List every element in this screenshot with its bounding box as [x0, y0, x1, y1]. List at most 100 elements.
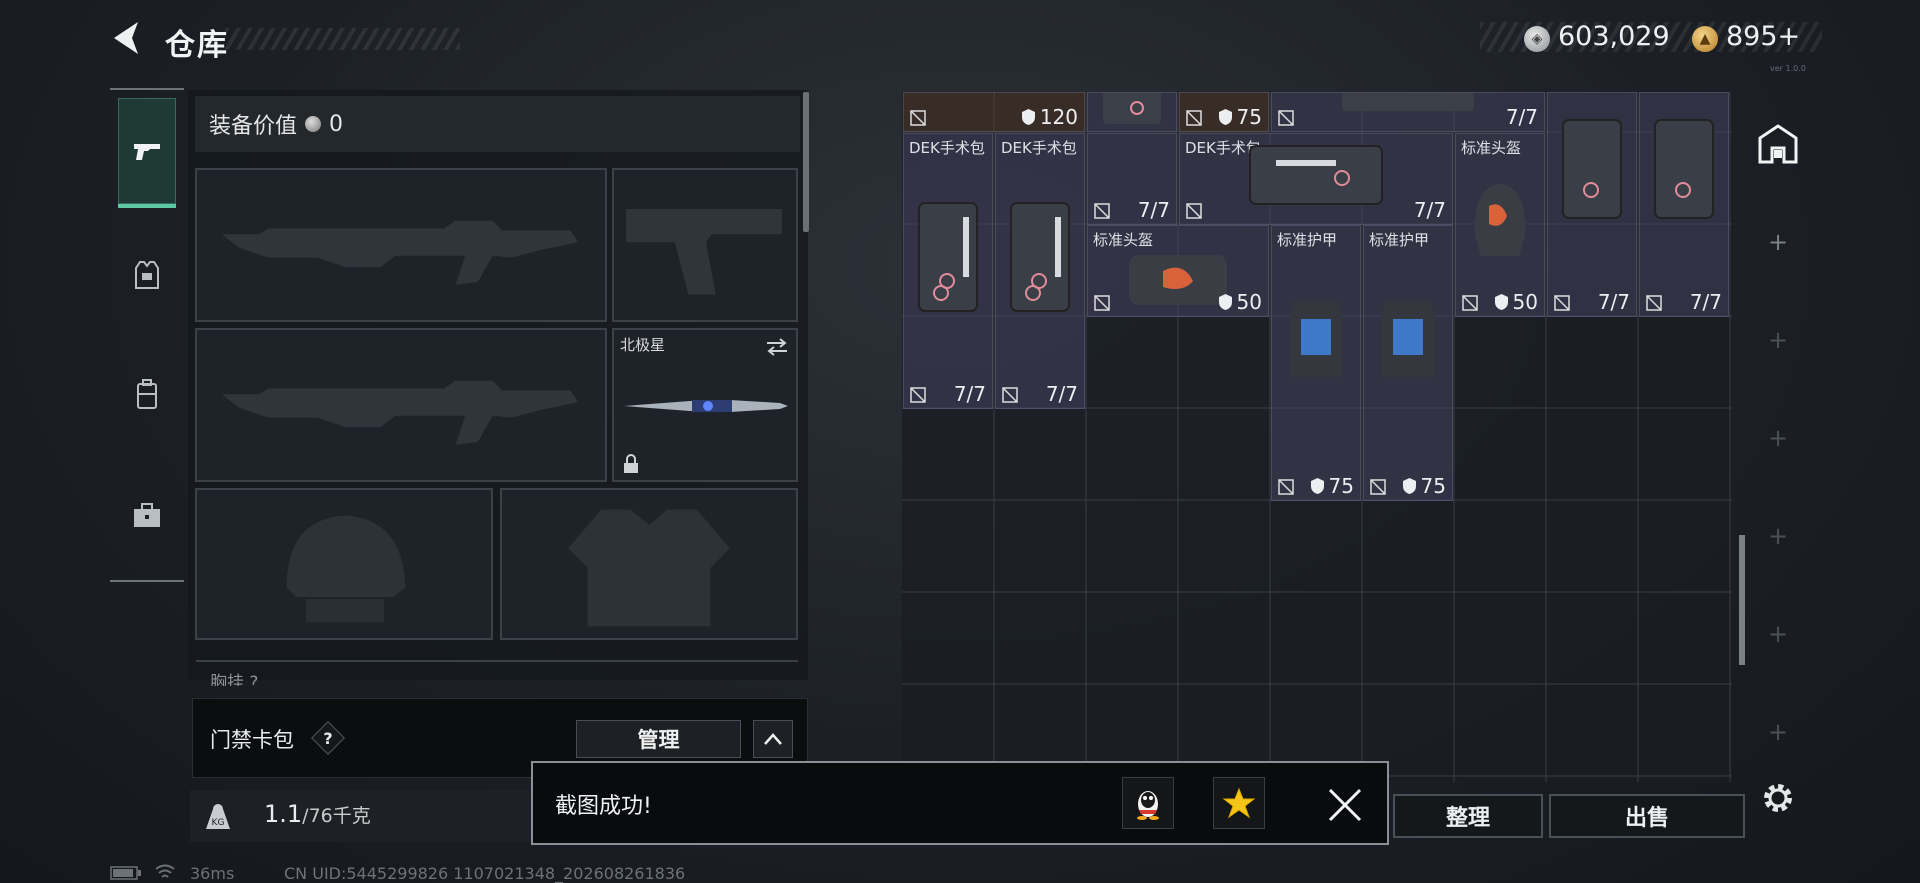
sell-button[interactable]: 出售 — [1549, 794, 1745, 838]
gold-currency-value[interactable]: 895+ — [1726, 21, 1800, 52]
inventory-item[interactable] — [1087, 92, 1177, 132]
item-durability: 50 — [1494, 290, 1538, 314]
help-icon[interactable]: ? — [316, 726, 340, 750]
armor-slot[interactable] — [500, 488, 798, 640]
surgery-kit-icon — [1562, 118, 1622, 219]
sidearm-slot[interactable] — [612, 168, 798, 322]
inventory-item[interactable]: DEK手术包 7/7 — [995, 133, 1085, 409]
swap-icon[interactable] — [764, 336, 790, 358]
svg-text:KG: KG — [212, 818, 225, 828]
close-icon[interactable] — [1322, 782, 1368, 828]
tab-weapons[interactable] — [118, 98, 176, 208]
inventory-item[interactable]: 7/7 — [1271, 92, 1545, 132]
helmet-slot[interactable] — [195, 488, 493, 640]
no-trade-icon — [1646, 295, 1662, 311]
battery-icon — [110, 866, 141, 880]
ping-value: 36ms — [190, 864, 235, 883]
no-trade-icon — [910, 387, 926, 403]
primary-weapon-slot[interactable] — [195, 168, 607, 322]
qq-penguin-icon — [1137, 791, 1159, 820]
inventory-item[interactable]: 7/7 — [1547, 92, 1637, 317]
item-name: 标准护甲 — [1369, 231, 1430, 249]
item-name: DEK手术包 — [909, 139, 985, 157]
medkit-icon — [1103, 93, 1161, 125]
shield-icon — [1218, 109, 1232, 125]
briefcase-icon — [134, 503, 160, 527]
gold-coin-icon: ▲ — [1692, 26, 1718, 52]
qzone-star-icon — [1222, 787, 1256, 819]
shield-icon — [1402, 478, 1416, 494]
version-tag: ver 1.0.0 — [1770, 64, 1806, 73]
inventory-item[interactable]: 标准护甲 75 — [1363, 225, 1453, 501]
armor-icon — [1289, 301, 1343, 378]
backpack-icon — [137, 379, 157, 409]
add-storage-button[interactable]: + — [1768, 522, 1788, 550]
back-arrow-icon[interactable] — [108, 18, 148, 58]
tab-armor[interactable] — [118, 220, 176, 330]
silver-coin-icon — [305, 116, 322, 132]
inventory-item[interactable]: 7/7 — [1087, 133, 1177, 225]
weight-icon: KG — [196, 796, 240, 836]
manage-button[interactable]: 管理 — [576, 720, 741, 758]
collapse-button[interactable] — [753, 720, 793, 758]
item-uses: 7/7 — [1413, 198, 1446, 222]
inventory-item[interactable]: 标准头盔 50 — [1455, 133, 1545, 317]
inventory-item[interactable]: DEK手术包 7/7 — [903, 133, 993, 409]
medkit-icon — [1342, 93, 1474, 111]
inventory-item[interactable]: DEK手术包 7/7 — [1179, 133, 1453, 225]
add-storage-button[interactable]: + — [1768, 326, 1788, 354]
sort-button[interactable]: 整理 — [1393, 794, 1543, 838]
tab-toolbox[interactable] — [118, 460, 176, 570]
item-uses: 7/7 — [1137, 198, 1170, 222]
no-trade-icon — [1554, 295, 1570, 311]
shield-icon — [1494, 294, 1508, 310]
no-trade-icon — [1462, 295, 1478, 311]
chest-rig-label: 胸挂 ? — [196, 660, 798, 686]
shield-icon — [1021, 109, 1035, 125]
shield-icon — [1310, 478, 1324, 494]
silver-coin-icon: ◈ — [1524, 26, 1550, 52]
item-durability: 75 — [1218, 105, 1262, 129]
item-name: DEK手术包 — [1001, 139, 1077, 157]
rifle-silhouette-icon — [221, 220, 579, 285]
no-trade-icon — [1186, 110, 1202, 126]
add-storage-button[interactable]: + — [1768, 718, 1788, 746]
add-storage-button[interactable]: + — [1768, 424, 1788, 452]
secondary-weapon-slot[interactable] — [195, 328, 607, 482]
add-storage-button[interactable]: + — [1768, 620, 1788, 648]
inventory-item[interactable]: 75 — [1179, 92, 1269, 132]
tab-backpack[interactable] — [118, 340, 176, 450]
share-qzone-button[interactable] — [1213, 777, 1265, 829]
surgery-kit-icon — [1654, 118, 1714, 219]
keycard-bag-label: 门禁卡包 — [210, 728, 294, 752]
helmet-icon — [1474, 184, 1526, 257]
inventory-item[interactable]: 标准头盔 50 — [1087, 225, 1269, 317]
armor-silhouette-icon — [568, 509, 730, 627]
inventory-scrollbar[interactable] — [1739, 535, 1745, 665]
storage-map-icon[interactable] — [1756, 122, 1800, 166]
vest-icon — [135, 261, 159, 289]
weight-capacity: /76千克 — [302, 805, 371, 827]
page-title: 仓库 — [165, 28, 229, 63]
item-name: 标准护甲 — [1277, 231, 1338, 249]
add-storage-button[interactable]: + — [1768, 228, 1788, 256]
lock-icon — [624, 454, 638, 473]
equipment-scrollbar[interactable] — [803, 92, 809, 232]
equipment-value-bar: 装备价值 0 — [195, 96, 800, 152]
no-trade-icon — [1186, 203, 1202, 219]
inventory-item[interactable]: 标准护甲 75 — [1271, 225, 1361, 501]
item-uses: 7/7 — [1689, 290, 1722, 314]
share-qq-button[interactable] — [1122, 777, 1174, 829]
no-trade-icon — [1278, 110, 1294, 126]
helmet-bag-icon — [1129, 254, 1227, 305]
shield-icon — [1218, 294, 1232, 310]
inventory-item[interactable]: 7/7 — [1639, 92, 1729, 317]
no-trade-icon — [1278, 479, 1294, 495]
inventory-item[interactable]: 120 — [903, 92, 1085, 132]
item-durability: 50 — [1218, 290, 1262, 314]
surgery-kit-icon — [918, 202, 978, 313]
melee-slot[interactable]: 北极星 — [612, 328, 798, 482]
pistol-silhouette-icon — [626, 208, 782, 295]
helmet-silhouette-icon — [286, 515, 406, 623]
gear-icon[interactable] — [1760, 780, 1796, 816]
